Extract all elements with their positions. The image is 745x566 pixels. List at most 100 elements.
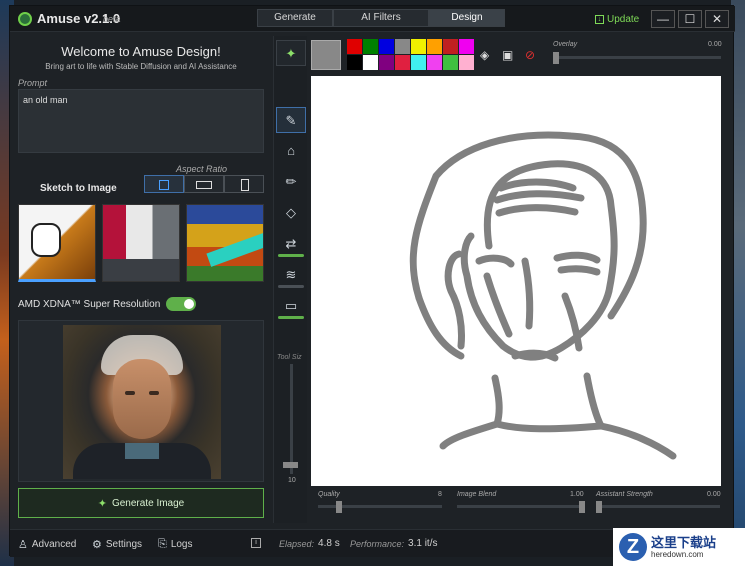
quality-slider-thumb[interactable] (335, 501, 342, 513)
info-button[interactable]: i (251, 538, 261, 548)
assistant-strength-slider[interactable] (596, 505, 720, 508)
smudge-indicator (278, 285, 304, 288)
color-swatch[interactable] (395, 55, 410, 70)
tool-size-value: 10 (288, 477, 296, 484)
room-floor (103, 259, 179, 281)
image-blend-slider[interactable] (457, 505, 585, 508)
shuffle-indicator (278, 254, 304, 257)
performance-value: 3.1 it/s (408, 538, 438, 549)
tool-size-slider-thumb[interactable] (283, 462, 298, 468)
tool-column: ✦ ✎ ⌂ ✏ ◇ ⇄ ≋ ▭ Tool Siz 10 (273, 36, 307, 523)
assistant-strength-label: Assistant Strength (596, 491, 653, 498)
color-swatch[interactable] (347, 55, 362, 70)
app-window: Amuse v2.1.0 beta Generate AI Filters De… (9, 5, 735, 557)
color-swatch[interactable] (411, 39, 426, 54)
color-swatch[interactable] (363, 55, 378, 70)
assistant-strength-value: 0.00 (707, 491, 721, 498)
drawing-canvas[interactable] (311, 76, 721, 486)
clear-icon[interactable]: ⊘ (525, 48, 535, 62)
portrait-collar (125, 443, 159, 459)
performance-label: Performance: (350, 538, 405, 549)
maximize-button[interactable]: ☐ (678, 10, 702, 28)
elapsed-readout: Elapsed: 4.8 s (279, 538, 340, 549)
tab-design[interactable]: Design (429, 9, 505, 27)
quality-label: Quality (318, 491, 340, 498)
assistant-strength-slider-thumb[interactable] (596, 501, 602, 513)
magic-wand-icon[interactable]: ✦ (276, 40, 306, 66)
magic-wand-icon: ✦ (97, 497, 107, 510)
color-swatch[interactable] (363, 39, 378, 54)
super-resolution-label: AMD XDNA™ Super Resolution (18, 299, 161, 310)
minimize-button[interactable]: — (651, 10, 675, 28)
quality-value: 8 (438, 491, 442, 498)
elapsed-label: Elapsed: (279, 538, 315, 549)
left-panel: Welcome to Amuse Design! Bring art to li… (16, 36, 266, 523)
thumbnail-teddy-bear[interactable] (18, 204, 96, 282)
thumbnail-landscape[interactable] (186, 204, 264, 282)
color-swatch[interactable] (347, 39, 362, 54)
color-swatch[interactable] (459, 55, 474, 70)
pencil-icon[interactable]: ✏ (276, 169, 306, 195)
overlay-value: 0.00 (708, 41, 722, 48)
settings-label: Settings (105, 539, 143, 550)
generate-image-label: Generate Image (111, 497, 185, 509)
tool-size-slider[interactable] (290, 364, 293, 474)
beta-badge: beta (103, 14, 121, 24)
color-swatch[interactable] (443, 55, 458, 70)
landscape-river (206, 233, 263, 267)
color-swatch[interactable] (427, 39, 442, 54)
aspect-square-button[interactable] (144, 175, 184, 193)
overlay-slider-thumb[interactable] (553, 52, 559, 64)
logs-button[interactable]: ⎘ Logs (158, 538, 193, 551)
eraser-icon[interactable]: ◇ (276, 200, 306, 226)
color-swatch[interactable] (395, 39, 410, 54)
prompt-label: Prompt (18, 78, 48, 88)
update-button[interactable]: ↓ Update (595, 12, 639, 26)
watermark-text-block: 这里下载站 heredown.com (651, 534, 717, 559)
color-swatch[interactable] (443, 39, 458, 54)
generated-portrait-image (63, 325, 221, 479)
old-man-sketch (409, 131, 677, 460)
tool-size-label: Tool Siz (277, 354, 302, 361)
update-label: Update (607, 13, 640, 25)
watermark-text: 这里下载站 (651, 534, 717, 550)
tab-generate[interactable]: Generate (257, 9, 333, 27)
advanced-button[interactable]: ♙ Advanced (18, 538, 76, 551)
close-button[interactable]: ✕ (705, 10, 729, 28)
title-bar: Amuse v2.1.0 beta Generate AI Filters De… (10, 6, 735, 32)
advanced-label: Advanced (31, 539, 77, 550)
generate-image-button[interactable]: ✦ Generate Image (18, 488, 264, 518)
download-icon: ↓ (595, 14, 604, 24)
super-resolution-toggle[interactable] (166, 297, 196, 311)
prompt-input[interactable]: an old man (18, 89, 264, 153)
color-swatch[interactable] (411, 55, 426, 70)
canvas-toolbar: ◈ ▣ ⊘ Overlay 0.00 (310, 39, 730, 73)
image-blend-label: Image Blend (457, 491, 497, 498)
image-blend-value: 1.00 (570, 491, 584, 498)
sketch-to-image-label: Sketch to Image (40, 183, 117, 194)
settings-button[interactable]: ⚙ Settings (92, 538, 142, 551)
overlay-slider[interactable] (553, 56, 721, 59)
aspect-portrait-button[interactable] (224, 175, 264, 193)
square-icon (159, 180, 169, 190)
fill-icon[interactable]: ◈ (480, 48, 489, 62)
color-swatch[interactable] (379, 39, 394, 54)
brush-icon[interactable]: ✎ (276, 107, 306, 133)
color-swatch[interactable] (379, 55, 394, 70)
stamp-icon[interactable]: ⌂ (276, 138, 306, 164)
result-preview (18, 320, 264, 482)
color-swatch[interactable] (459, 39, 474, 54)
watermark-logo: Z 这里下载站 heredown.com (613, 528, 745, 566)
color-swatch[interactable] (427, 55, 442, 70)
main-tabs: Generate AI Filters Design (257, 9, 505, 29)
watermark-z-icon: Z (619, 533, 647, 561)
current-color-swatch[interactable] (311, 40, 341, 70)
performance-readout: Performance: 3.1 it/s (350, 538, 438, 549)
tab-ai-filters[interactable]: AI Filters (333, 9, 429, 27)
image-blend-slider-thumb[interactable] (579, 501, 585, 513)
teddy-bear-sketch (31, 223, 61, 257)
image-icon[interactable]: ▣ (502, 48, 513, 62)
landscape-icon (196, 181, 212, 189)
aspect-landscape-button[interactable] (184, 175, 224, 193)
thumbnail-room[interactable] (102, 204, 180, 282)
